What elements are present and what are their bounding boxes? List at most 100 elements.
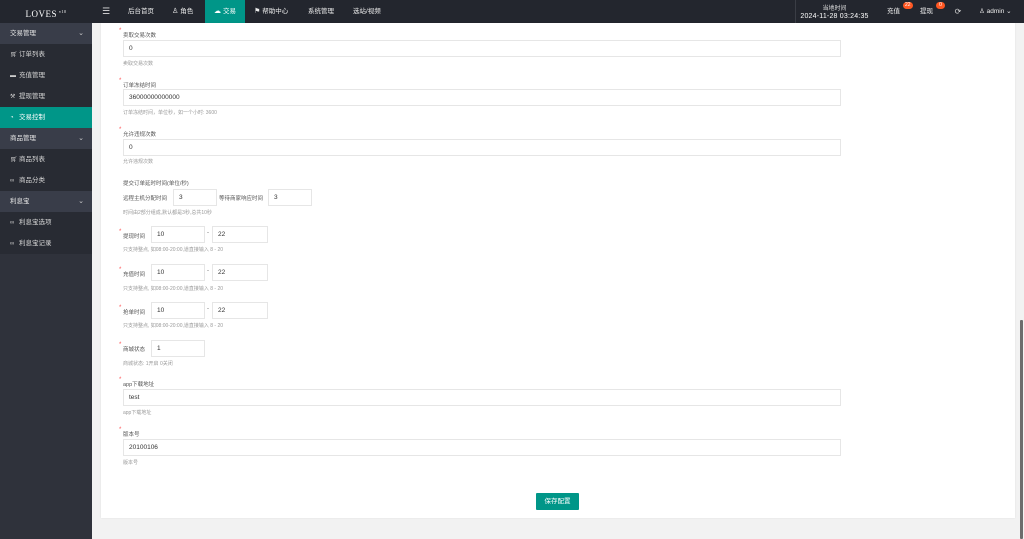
label-text: 版本号 xyxy=(123,432,140,438)
order-freeze-time-input[interactable]: 36000000000000 xyxy=(123,89,841,106)
version-input[interactable]: 20100106 xyxy=(123,439,841,456)
chevron-down-icon: ⌄ xyxy=(1004,8,1012,15)
save-config-button[interactable]: 保存配置 xyxy=(536,493,579,510)
recharge-label: 充值 xyxy=(887,8,900,15)
field-help: 允许违规次数 xyxy=(123,159,154,165)
field-label: * 充值时间 xyxy=(119,267,146,278)
chevron-down-icon: ⌄ xyxy=(78,30,84,37)
sidebar-item-label: 商品分类 xyxy=(19,177,45,184)
user-menu[interactable]: ♙ admin ⌄ xyxy=(979,0,1012,23)
sidebar-item-label: 商品列表 xyxy=(19,156,45,163)
top-bar: LOVES v10 ☰ 后台首页 ♙ 角色 ☁ 交易 ⚑ 帮助中心 系统管理 选站/视频… xyxy=(0,0,1024,23)
nav-item-roles[interactable]: ♙ 角色 xyxy=(172,0,193,23)
sidebar-item-label: 充值管理 xyxy=(19,72,45,79)
cart-icon: 🛒︎ xyxy=(10,52,18,58)
sidebar-item-goods-list[interactable]: 🛒︎商品列表 xyxy=(0,149,92,170)
field-help: 卖取交易次数 xyxy=(123,61,154,67)
nav-item-home[interactable]: 后台首页 xyxy=(128,0,154,23)
sidebar-item-recharge[interactable]: ▬ 充值管理 xyxy=(0,65,92,86)
withdraw-badge: 0 xyxy=(936,2,945,9)
chat-icon: ▬ xyxy=(10,73,16,79)
group-label: 利息宝 xyxy=(10,198,30,205)
field-help: 只支持整点, 如08:00-20:00,道直接输入 8 - 20 xyxy=(123,323,224,329)
cloud-icon: ☁ xyxy=(214,8,221,15)
sidebar-group-goods[interactable]: 商品管理 ⌄ xyxy=(0,128,92,149)
link-icon: ∞ xyxy=(10,241,15,247)
nav-item-site-video[interactable]: 选站/视频 xyxy=(353,0,381,23)
nav-item-system[interactable]: 系统管理 xyxy=(308,0,334,23)
field-label: * 商城状态 xyxy=(119,342,146,353)
cart-icon: 🛒︎ xyxy=(10,157,18,163)
grab-order-time-from-input[interactable]: 10 xyxy=(151,302,205,319)
allowed-violations-input[interactable]: 0 xyxy=(123,139,841,156)
sidebar-item-label: 订单列表 xyxy=(19,51,45,58)
withdraw-time-to-input[interactable]: 22 xyxy=(212,226,268,243)
label-text: 允许违规次数 xyxy=(123,132,157,138)
recharge-time-from-input[interactable]: 10 xyxy=(151,264,205,281)
range-dash: - xyxy=(207,306,209,312)
field-help: 只支持整点, 如08:00-20:00,道直接输入 8 - 20 xyxy=(123,286,224,292)
sidebar-item-label: 利息宝选项 xyxy=(19,219,52,226)
sidebar-group-trade[interactable]: 交易管理 ⌄ xyxy=(0,23,92,44)
sidebar-item-interest-records[interactable]: ∞ 利息宝记录 xyxy=(0,233,92,254)
page-scrollbar[interactable] xyxy=(1020,320,1023,539)
menu-toggle-icon[interactable]: ☰ xyxy=(101,0,111,23)
logo-version: v10 xyxy=(59,9,67,14)
sidebar-item-trade-control[interactable]: ◔ 交易控制 xyxy=(0,107,92,128)
merchant-wait-time-input[interactable]: 3 xyxy=(268,189,312,206)
label-text: 提现时间 xyxy=(123,234,146,240)
field-label: * 版本号 xyxy=(119,427,140,438)
user-name: admin xyxy=(986,8,1005,15)
range-dash: - xyxy=(207,230,209,236)
sidebar-item-label: 提现管理 xyxy=(19,93,45,100)
field-help: 订单冻结时间，单位秒，如一个小时: 3600 xyxy=(123,110,217,116)
local-time: 当地时间 2024-11-28 03:24:35 xyxy=(795,0,873,23)
sell-trade-count-input[interactable]: 0 xyxy=(123,40,841,57)
chevron-down-icon: ⌄ xyxy=(78,135,84,142)
required-mark: * xyxy=(119,127,122,133)
label-text: 卖取交易次数 xyxy=(123,33,157,39)
nav-label: 交易 xyxy=(223,8,236,15)
nav-label: 后台首页 xyxy=(128,8,154,15)
refresh-icon[interactable]: ⟳ xyxy=(953,0,963,23)
time-value: 2024-11-28 03:24:35 xyxy=(800,13,869,20)
logo-text: LOVES xyxy=(25,9,57,19)
required-mark: * xyxy=(119,267,122,273)
field-label: * 抢单时间 xyxy=(119,305,145,316)
nav-label: 角色 xyxy=(180,8,194,15)
field-label: * app下载地址 xyxy=(119,377,155,388)
sidebar-item-goods-category[interactable]: ∞ 商品分类 xyxy=(0,170,92,191)
app-download-url-input[interactable]: test xyxy=(123,389,841,406)
group-label: 交易管理 xyxy=(10,30,36,37)
gauge-icon: ◔ xyxy=(10,115,14,121)
sidebar-item-label: 利息宝记录 xyxy=(19,240,52,247)
label-text: 充值时间 xyxy=(123,272,146,278)
required-mark: * xyxy=(119,78,122,84)
nav-label: 帮助中心 xyxy=(262,8,289,15)
user-icon: ♙ xyxy=(172,8,179,15)
grab-order-time-to-input[interactable]: 22 xyxy=(212,302,268,319)
field-label: 提交订单延时时间(单位/秒) xyxy=(123,181,189,187)
field-label: * 允许违规次数 xyxy=(119,127,157,138)
remote-host-time-input[interactable]: 3 xyxy=(173,189,217,206)
withdraw-link[interactable]: 提现 xyxy=(920,0,933,23)
sidebar-item-interest-options[interactable]: ∞ 利息宝选项 xyxy=(0,212,92,233)
mall-status-input[interactable]: 1 xyxy=(151,340,205,357)
withdraw-label: 提现 xyxy=(920,8,933,15)
recharge-badge: 22 xyxy=(903,2,913,9)
app-logo[interactable]: LOVES v10 xyxy=(0,0,92,23)
field-help: 版本号 xyxy=(123,460,139,466)
recharge-link[interactable]: 充值 xyxy=(887,0,900,23)
recharge-time-to-input[interactable]: 22 xyxy=(212,264,268,281)
nav-item-help[interactable]: ⚑ 帮助中心 xyxy=(254,0,288,23)
sidebar-group-interest[interactable]: 利息宝 ⌄ xyxy=(0,191,92,212)
label-text: 商城状态 xyxy=(123,347,146,353)
sidebar: 交易管理 ⌄ 🛒︎订单列表 ▬ 充值管理 ⚒ 提现管理 ◔ 交易控制 商品管理 ⌄ 🛒︎商… xyxy=(0,23,92,539)
withdraw-time-from-input[interactable]: 10 xyxy=(151,226,205,243)
nav-item-trade[interactable]: ☁ 交易 xyxy=(205,0,245,23)
label-text: app下载地址 xyxy=(123,382,155,388)
field-label: * 提现时间 xyxy=(119,229,146,240)
sidebar-item-withdraw[interactable]: ⚒ 提现管理 xyxy=(0,86,92,107)
sidebar-item-orders[interactable]: 🛒︎订单列表 xyxy=(0,44,92,65)
sidebar-item-label: 交易控制 xyxy=(19,114,45,121)
